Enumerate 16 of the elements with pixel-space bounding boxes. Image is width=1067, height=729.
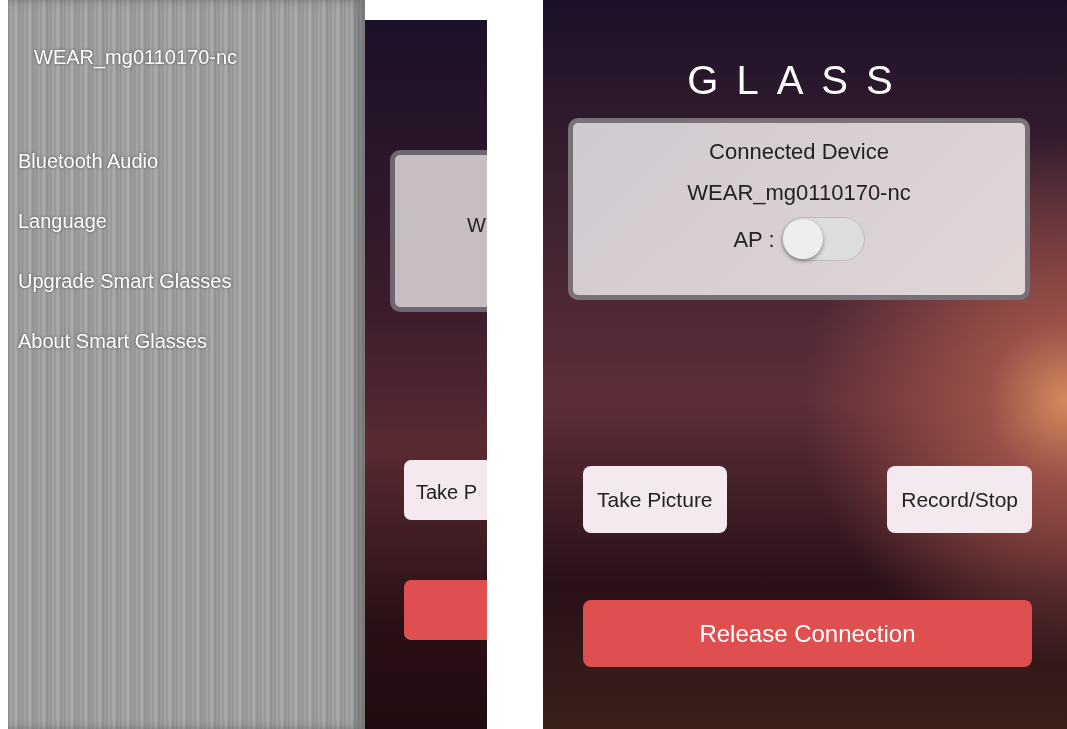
menu-item[interactable]: About Smart Glasses bbox=[18, 328, 355, 354]
record-stop-button[interactable]: Record/Stop bbox=[887, 466, 1032, 533]
release-button[interactable] bbox=[404, 580, 487, 640]
take-picture-button[interactable]: Take Picture bbox=[583, 466, 727, 533]
release-connection-button[interactable]: Release Connection bbox=[583, 600, 1032, 667]
menu-item[interactable]: Language bbox=[18, 208, 355, 234]
device-name: WEAR_mg0110170-nc bbox=[33, 45, 239, 71]
take-picture-button[interactable]: Take P bbox=[404, 460, 487, 520]
card-title: Connected Device bbox=[709, 138, 889, 166]
device-card: W bbox=[390, 150, 487, 312]
app-logo: GLASS bbox=[686, 57, 912, 104]
menu-item[interactable]: Bluetooth Audio bbox=[18, 148, 355, 174]
ap-toggle[interactable] bbox=[780, 217, 865, 261]
ap-label: AP : bbox=[733, 225, 775, 254]
menu-item[interactable]: Upgrade Smart Glasses bbox=[18, 268, 355, 294]
device-name: WEAR_mg0110170-nc bbox=[687, 179, 911, 207]
